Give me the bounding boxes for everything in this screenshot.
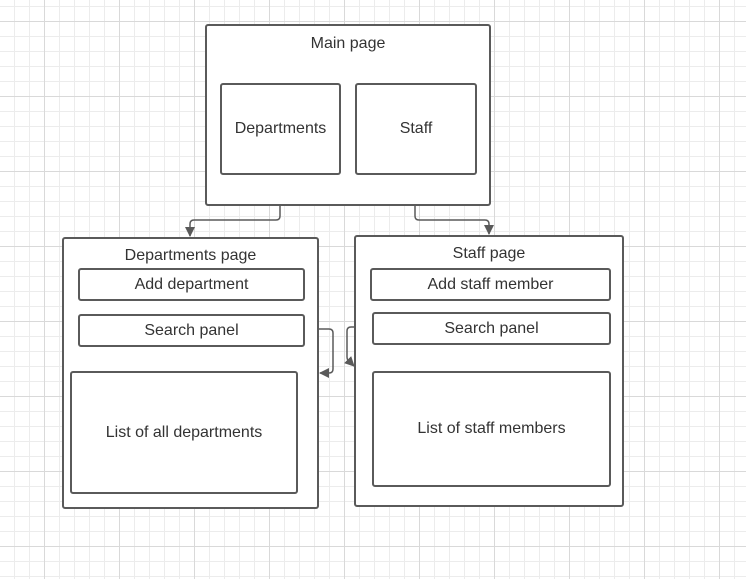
- staff-page-title: Staff page: [452, 245, 526, 262]
- add-department-label: Add department: [134, 275, 249, 293]
- departments-search-panel[interactable]: Search panel: [78, 314, 305, 347]
- add-department-button[interactable]: Add department: [78, 268, 305, 301]
- departments-page-container: Departments page Add department Search p…: [62, 237, 319, 509]
- departments-search-label: Search panel: [144, 321, 239, 339]
- departments-list-label: List of all departments: [105, 423, 263, 441]
- staff-list: List of staff members: [372, 371, 611, 487]
- staff-page-container: Staff page Add staff member Search panel…: [354, 235, 624, 507]
- add-staff-member-label: Add staff member: [427, 275, 554, 293]
- departments-page-title: Departments page: [124, 247, 257, 264]
- staff-button[interactable]: Staff: [355, 83, 477, 175]
- staff-search-label: Search panel: [444, 319, 539, 337]
- staff-list-label: List of staff members: [417, 420, 566, 437]
- departments-list: List of all departments: [70, 371, 298, 494]
- departments-button-label: Departments: [234, 120, 327, 137]
- departments-button[interactable]: Departments: [220, 83, 341, 175]
- main-page-title: Main page: [310, 35, 386, 52]
- staff-button-label: Staff: [399, 120, 433, 137]
- staff-search-panel[interactable]: Search panel: [372, 312, 611, 345]
- main-page-container: Main page Departments Staff: [205, 24, 491, 206]
- add-staff-member-button[interactable]: Add staff member: [370, 268, 611, 301]
